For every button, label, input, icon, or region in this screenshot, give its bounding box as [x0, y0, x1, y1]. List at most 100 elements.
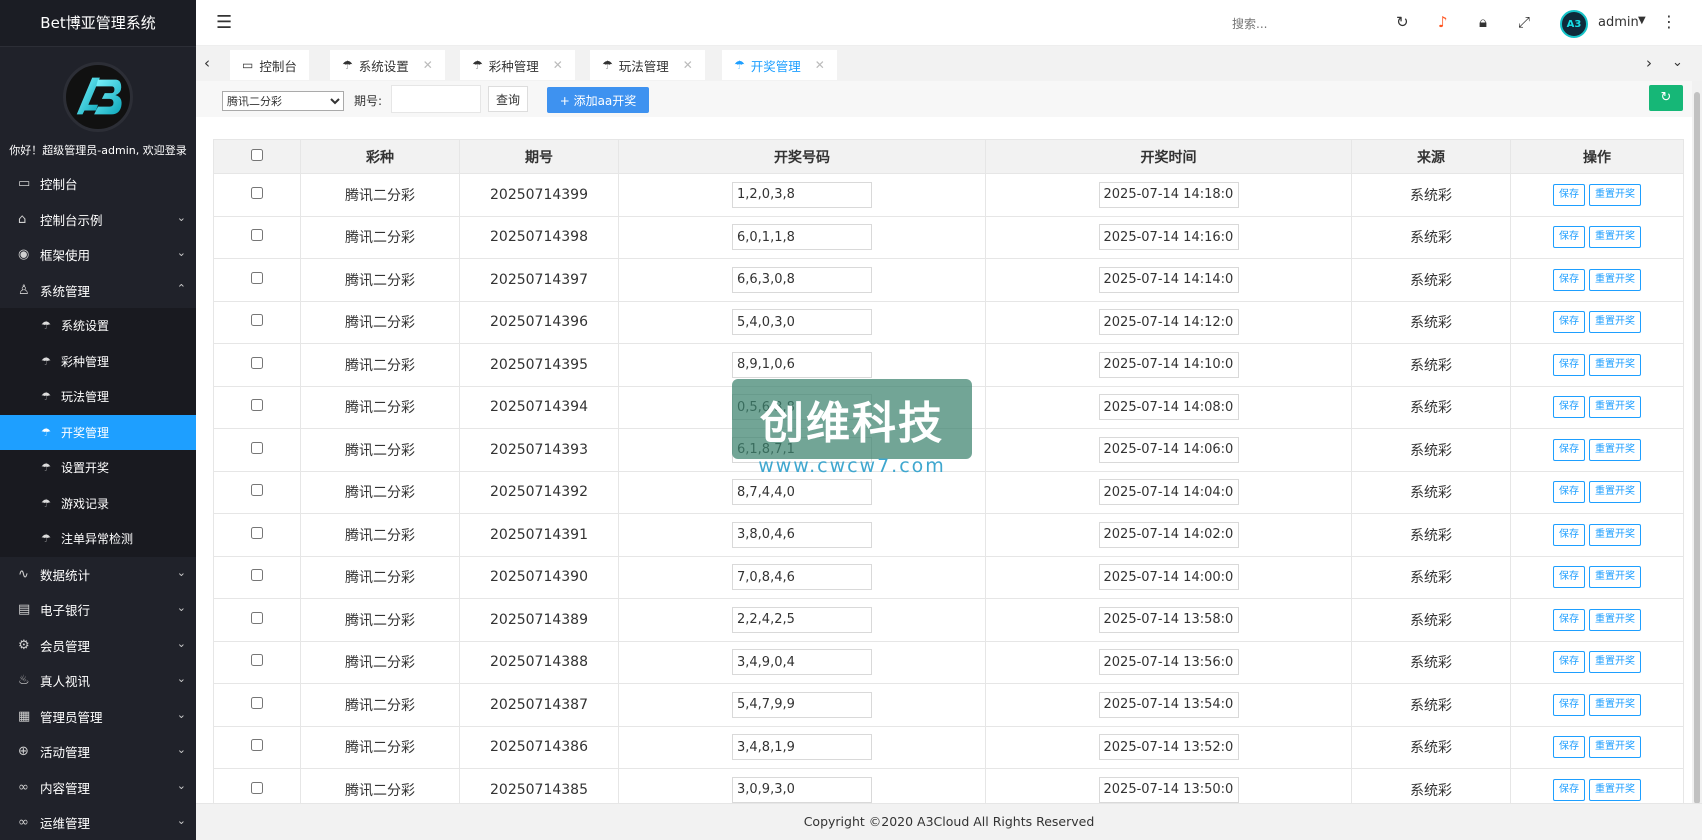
tab-dashboard[interactable]: ▭ 控制台: [230, 50, 309, 80]
draw-time-input[interactable]: [1098, 436, 1239, 463]
lock-icon[interactable]: 🔒︎: [1479, 13, 1487, 31]
draw-time-input[interactable]: [1098, 564, 1239, 591]
row-checkbox[interactable]: [251, 569, 263, 582]
save-button[interactable]: 保存: [1553, 778, 1585, 801]
save-button[interactable]: 保存: [1553, 736, 1585, 759]
lottery-select[interactable]: 腾讯二分彩: [222, 91, 344, 111]
draw-time-input[interactable]: [1098, 266, 1239, 293]
row-checkbox[interactable]: [251, 526, 263, 539]
row-checkbox[interactable]: [251, 186, 263, 199]
more-vertical-icon[interactable]: ⋮: [1661, 12, 1677, 31]
refresh-icon[interactable]: ↻: [1396, 13, 1409, 31]
row-checkbox[interactable]: [251, 696, 263, 709]
reset-draw-button[interactable]: 重置开奖: [1589, 608, 1641, 631]
sidebar-item-set-draw[interactable]: ☂ 设置开奖: [0, 450, 196, 486]
tab-draw-management[interactable]: ☂ 开奖管理 ✕: [722, 50, 837, 80]
draw-time-input[interactable]: [1098, 691, 1239, 718]
row-checkbox[interactable]: [251, 356, 263, 369]
draw-time-input[interactable]: [1098, 649, 1239, 676]
sidebar-item-dashboard-examples[interactable]: ⌂ 控制台示例 ⌄: [0, 202, 196, 238]
tab-scroll-right-icon[interactable]: ›: [1646, 54, 1652, 72]
reset-draw-button[interactable]: 重置开奖: [1589, 778, 1641, 801]
row-checkbox[interactable]: [251, 611, 263, 624]
draw-numbers-input[interactable]: [732, 649, 872, 676]
reset-draw-button[interactable]: 重置开奖: [1589, 226, 1641, 249]
tab-scroll-left-icon[interactable]: ‹: [204, 54, 210, 72]
row-checkbox[interactable]: [251, 441, 263, 454]
scrollbar-thumb[interactable]: [1694, 92, 1700, 804]
draw-numbers-input[interactable]: [732, 394, 872, 421]
menu-toggle-icon[interactable]: ☰: [216, 12, 232, 33]
sidebar-item-ops[interactable]: ∞ 运维管理 ⌄: [0, 805, 196, 840]
save-button[interactable]: 保存: [1553, 353, 1585, 376]
row-checkbox[interactable]: [251, 271, 263, 284]
reset-draw-button[interactable]: 重置开奖: [1589, 353, 1641, 376]
fullscreen-icon[interactable]: ⤢: [1518, 13, 1530, 31]
reset-draw-button[interactable]: 重置开奖: [1589, 438, 1641, 461]
sidebar-item-members[interactable]: ⚙ 会员管理 ⌄: [0, 628, 196, 664]
issue-input[interactable]: [391, 85, 481, 113]
sidebar-item-play-methods[interactable]: ☂ 玩法管理: [0, 379, 196, 415]
brand-title[interactable]: Bet博亚管理系统: [0, 0, 196, 47]
row-checkbox[interactable]: [251, 781, 263, 794]
draw-numbers-input[interactable]: [732, 436, 872, 463]
close-icon[interactable]: ✕: [683, 58, 693, 72]
reset-draw-button[interactable]: 重置开奖: [1589, 481, 1641, 504]
draw-time-input[interactable]: [1098, 394, 1239, 421]
save-button[interactable]: 保存: [1553, 481, 1585, 504]
save-button[interactable]: 保存: [1553, 608, 1585, 631]
row-checkbox[interactable]: [251, 399, 263, 412]
draw-time-input[interactable]: [1098, 776, 1239, 803]
add-draw-button[interactable]: + 添加aa开奖: [547, 87, 649, 113]
reset-draw-button[interactable]: 重置开奖: [1589, 651, 1641, 674]
draw-numbers-input[interactable]: [732, 479, 872, 506]
reset-draw-button[interactable]: 重置开奖: [1589, 268, 1641, 291]
draw-time-input[interactable]: [1098, 606, 1239, 633]
draw-time-input[interactable]: [1098, 479, 1239, 506]
save-button[interactable]: 保存: [1553, 396, 1585, 419]
bell-icon[interactable]: ♪: [1438, 13, 1448, 31]
save-button[interactable]: 保存: [1553, 523, 1585, 546]
draw-numbers-input[interactable]: [732, 564, 872, 591]
sidebar-item-activities[interactable]: ⊕ 活动管理 ⌄: [0, 734, 196, 770]
sidebar-item-e-bank[interactable]: ▤ 电子银行 ⌄: [0, 592, 196, 628]
draw-numbers-input[interactable]: [732, 734, 872, 761]
draw-numbers-input[interactable]: [732, 224, 872, 251]
draw-numbers-input[interactable]: [732, 309, 872, 336]
tab-lottery-types[interactable]: ☂ 彩种管理 ✕: [460, 50, 575, 80]
save-button[interactable]: 保存: [1553, 693, 1585, 716]
close-icon[interactable]: ✕: [423, 58, 433, 72]
save-button[interactable]: 保存: [1553, 183, 1585, 206]
row-checkbox[interactable]: [251, 314, 263, 327]
save-button[interactable]: 保存: [1553, 438, 1585, 461]
draw-time-input[interactable]: [1098, 521, 1239, 548]
tab-system-settings[interactable]: ☂ 系统设置 ✕: [330, 50, 445, 80]
sidebar-item-game-records[interactable]: ☂ 游戏记录: [0, 486, 196, 522]
tab-play-methods[interactable]: ☂ 玩法管理 ✕: [590, 50, 705, 80]
row-checkbox[interactable]: [251, 229, 263, 242]
draw-time-input[interactable]: [1098, 351, 1239, 378]
sidebar-item-dashboard[interactable]: ▭ 控制台: [0, 166, 196, 202]
query-button[interactable]: 查询: [488, 86, 528, 112]
row-checkbox[interactable]: [251, 739, 263, 752]
tab-menu-chevron-down-icon[interactable]: ⌄: [1672, 55, 1683, 70]
reset-draw-button[interactable]: 重置开奖: [1589, 566, 1641, 589]
admin-username[interactable]: admin: [1598, 15, 1639, 30]
select-all-checkbox[interactable]: [251, 148, 263, 161]
sidebar-item-bet-anomaly[interactable]: ☂ 注单异常检测: [0, 521, 196, 557]
sidebar-item-live-video[interactable]: ♨ 真人视讯 ⌄: [0, 663, 196, 699]
search-input[interactable]: [1232, 13, 1352, 35]
save-button[interactable]: 保存: [1553, 268, 1585, 291]
sidebar-item-system-management[interactable]: ♙ 系统管理 ⌃: [0, 273, 196, 309]
reset-draw-button[interactable]: 重置开奖: [1589, 736, 1641, 759]
draw-time-input[interactable]: [1098, 734, 1239, 761]
reset-draw-button[interactable]: 重置开奖: [1589, 183, 1641, 206]
close-icon[interactable]: ✕: [815, 58, 825, 72]
reset-draw-button[interactable]: 重置开奖: [1589, 396, 1641, 419]
reset-draw-button[interactable]: 重置开奖: [1589, 523, 1641, 546]
row-checkbox[interactable]: [251, 484, 263, 497]
row-checkbox[interactable]: [251, 654, 263, 667]
draw-numbers-input[interactable]: [732, 266, 872, 293]
save-button[interactable]: 保存: [1553, 226, 1585, 249]
draw-numbers-input[interactable]: [732, 351, 872, 378]
